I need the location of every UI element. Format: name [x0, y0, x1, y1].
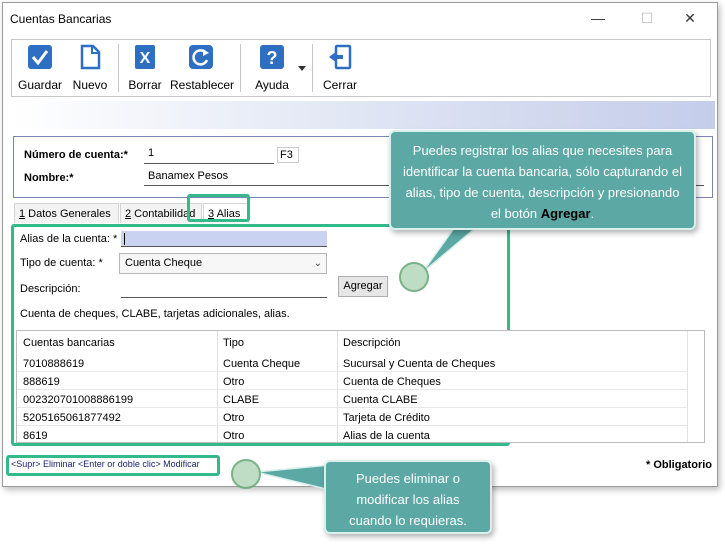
title-bar: Cuentas Bancarias — ☐ ✕ — [3, 3, 717, 33]
table-cell[interactable]: 888619 — [23, 376, 60, 388]
table-cell[interactable]: 5205165061877492 — [23, 412, 121, 424]
f3-shortcut-badge[interactable]: F3 — [277, 147, 299, 163]
nombre-field[interactable]: Banamex Pesos — [148, 170, 228, 182]
help-question-icon: ? — [260, 45, 284, 69]
maximize-button[interactable]: ☐ — [635, 9, 659, 27]
table-cell[interactable]: 8619 — [23, 430, 47, 442]
table-cell[interactable]: Cuenta CLABE — [343, 394, 418, 406]
table-cell[interactable]: Otro — [223, 412, 244, 424]
callout-anchor-dot — [231, 459, 261, 489]
toolbar-separator — [118, 44, 119, 92]
table-cell[interactable]: Sucursal y Cuenta de Cheques — [343, 358, 495, 370]
callout-eliminar-text: Puedes eliminar o modificar los alias cu… — [349, 471, 467, 528]
numero-cuenta-field[interactable]: 1 — [148, 147, 154, 159]
window-title: Cuentas Bancarias — [10, 12, 112, 26]
checkmark-icon — [28, 45, 52, 69]
column-header-descripcion[interactable]: Descripción — [343, 331, 400, 355]
row-divider — [17, 371, 687, 372]
table-cell[interactable]: Otro — [223, 430, 244, 442]
callout-agregar-bold: Agregar — [540, 206, 591, 221]
callout-anchor-dot — [399, 262, 429, 292]
row-divider — [17, 425, 687, 426]
restablecer-button[interactable]: Restablecer — [170, 44, 235, 94]
numero-cuenta-underline — [144, 163, 274, 164]
cerrar-button[interactable]: Cerrar — [321, 44, 359, 94]
table-cell[interactable]: Cuenta de Cheques — [343, 376, 441, 388]
alias-label: Alias de la cuenta: * — [20, 233, 118, 245]
numero-cuenta-label: Número de cuenta:* — [24, 149, 128, 161]
alias-tab-highlight — [187, 194, 250, 222]
table-cell[interactable]: Otro — [223, 376, 244, 388]
toolbar: Guardar Nuevo X Borrar Restablecer ? Ayu… — [11, 39, 711, 97]
close-window-button[interactable]: ✕ — [678, 9, 702, 27]
tab-datos-generales-label: Datos Generales — [25, 208, 111, 220]
guardar-button[interactable]: Guardar — [18, 44, 62, 94]
required-note: * Obligatorio — [646, 459, 712, 471]
callout-eliminar-alias: Puedes eliminar o modificar los alias cu… — [324, 460, 492, 534]
table-cell[interactable]: CLABE — [223, 394, 259, 406]
tab-datos-generales[interactable]: 1 Datos Generales — [14, 203, 119, 223]
exit-door-icon — [329, 44, 352, 70]
row-divider — [17, 407, 687, 408]
chevron-down-icon: ⌄ — [313, 258, 322, 269]
keyboard-shortcuts-hint: <Supr> Eliminar <Enter or doble clic> Mo… — [11, 459, 200, 469]
descripcion-input[interactable] — [121, 297, 327, 298]
alias-table: Cuentas bancarias Tipo Descripción 70108… — [16, 330, 705, 443]
table-cell[interactable]: Cuenta Cheque — [223, 358, 300, 370]
table-cell[interactable]: Tarjeta de Crédito — [343, 412, 430, 424]
minimize-button[interactable]: — — [586, 9, 610, 27]
header-gradient-bar — [11, 101, 715, 129]
borrar-button[interactable]: X Borrar — [125, 44, 165, 94]
tab-contabilidad-label: Contabilidad — [131, 208, 196, 220]
tipo-cuenta-value: Cuenta Cheque — [125, 257, 203, 269]
column-header-cuentas[interactable]: Cuentas bancarias — [23, 331, 115, 355]
row-divider — [17, 389, 687, 390]
toolbar-separator — [240, 44, 241, 92]
ayuda-label: Ayuda — [255, 78, 289, 92]
tipo-cuenta-label: Tipo de cuenta: * — [20, 257, 103, 269]
guardar-label: Guardar — [18, 78, 63, 92]
nombre-label: Nombre:* — [24, 172, 74, 184]
toolbar-separator — [312, 44, 313, 92]
callout-registrar-end: . — [590, 206, 595, 221]
nuevo-label: Nuevo — [72, 78, 108, 92]
column-header-tipo[interactable]: Tipo — [223, 331, 244, 355]
alias-hint-text: Cuenta de cheques, CLABE, tarjetas adici… — [20, 308, 290, 320]
cerrar-label: Cerrar — [322, 78, 357, 92]
table-cell[interactable]: 7010888619 — [23, 358, 84, 370]
column-divider — [687, 331, 688, 442]
table-cell[interactable]: Alias de la cuenta — [343, 430, 430, 442]
tipo-cuenta-select[interactable]: Cuenta Cheque ⌄ — [119, 253, 327, 274]
ayuda-button[interactable]: ? Ayuda — [252, 44, 292, 94]
refresh-icon — [189, 45, 213, 69]
delete-x-icon: X — [135, 45, 155, 69]
table-cell[interactable]: 002320701008886199 — [23, 394, 133, 406]
alias-input[interactable] — [121, 231, 327, 247]
nuevo-button[interactable]: Nuevo — [70, 44, 110, 94]
new-document-icon — [80, 44, 101, 70]
borrar-label: Borrar — [128, 78, 162, 92]
descripcion-label: Descripción: — [20, 283, 81, 295]
callout-registrar-alias: Puedes registrar los alias que necesites… — [389, 130, 696, 230]
dropdown-arrow-icon[interactable] — [298, 66, 306, 72]
restablecer-label: Restablecer — [170, 78, 235, 92]
svg-text:X: X — [140, 50, 151, 67]
text-caret — [124, 233, 125, 245]
svg-text:?: ? — [267, 48, 278, 68]
agregar-button[interactable]: Agregar — [338, 276, 388, 297]
